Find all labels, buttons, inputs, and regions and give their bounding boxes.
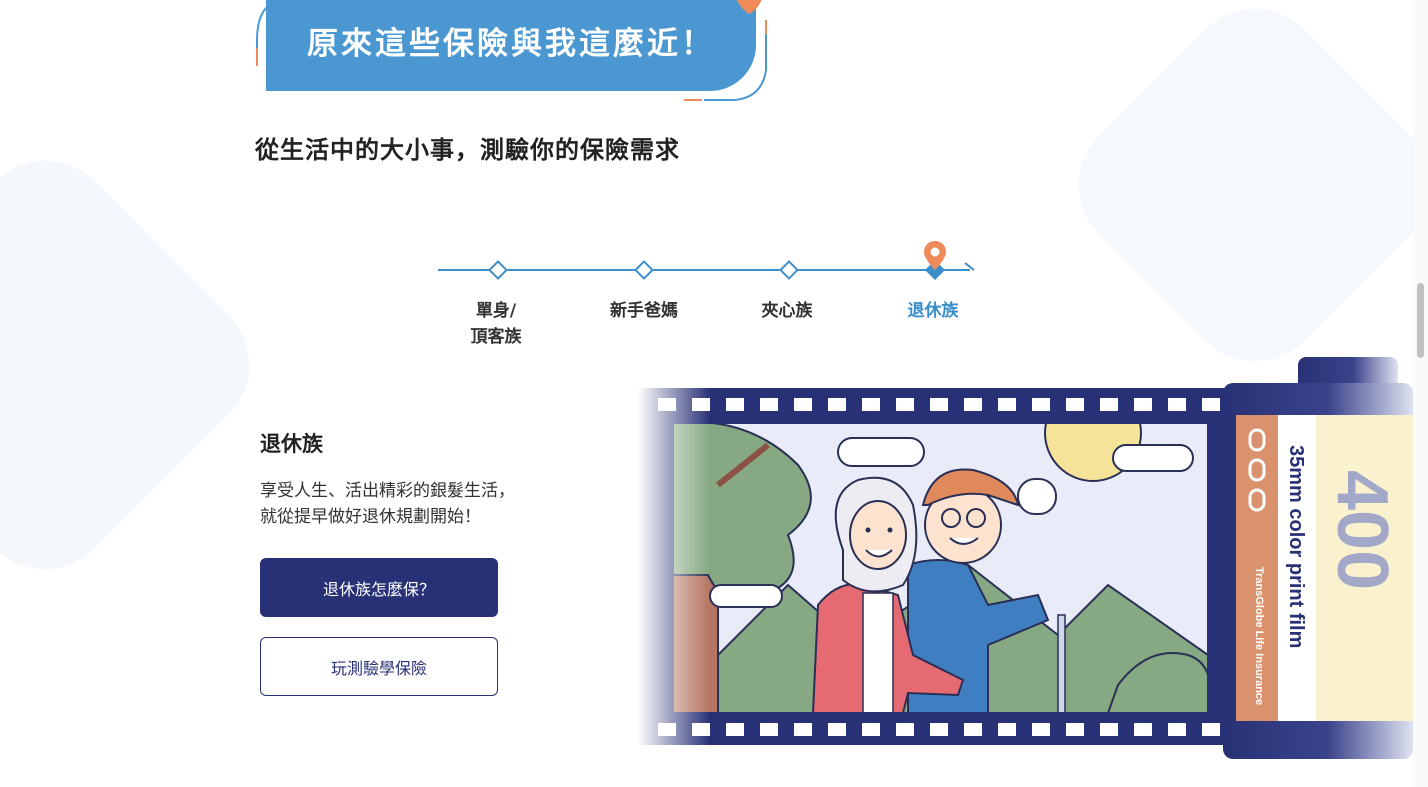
location-pin-icon (924, 241, 946, 270)
film-strip-illustration: TransGlobe Life Insurance 35mm color pri… (638, 357, 1413, 759)
tab-sandwich-generation[interactable]: 夾心族 (737, 298, 837, 324)
film-company-text: TransGlobe Life Insurance (1253, 567, 1265, 705)
film-speed-text: 400 (1322, 470, 1402, 590)
background-shape-left (0, 131, 279, 599)
timeline-node-single[interactable] (488, 260, 508, 280)
tab-retired[interactable]: 退休族 (883, 298, 983, 324)
title-banner: 原來這些保險與我這麼近！ (254, 0, 774, 110)
tab-new-parents[interactable]: 新手爸媽 (594, 298, 694, 324)
tab-single-dink-label: 單身/ 頂客族 (470, 301, 522, 347)
section-title: 退休族 (260, 432, 323, 456)
life-stage-timeline: 單身/ 頂客族 新手爸媽 夾心族 退休族 (438, 240, 978, 350)
page-subtitle: 從生活中的大小事，測驗你的保險需求 (255, 136, 680, 164)
section-description-line-1: 享受人生、活出精彩的銀髮生活， (260, 481, 515, 501)
page-scrollbar[interactable] (1413, 0, 1428, 787)
tab-single-dink[interactable]: 單身/ 頂客族 (446, 298, 546, 350)
film-brand-text: 35mm color print film (1285, 445, 1307, 648)
tab-sandwich-generation-label: 夾心族 (761, 301, 813, 321)
banner-title: 原來這些保險與我這麼近！ (307, 26, 715, 62)
timeline-node-new-parents[interactable] (634, 260, 654, 280)
tab-new-parents-label: 新手爸媽 (610, 301, 678, 321)
timeline-line (438, 269, 970, 271)
play-quiz-button[interactable]: 玩測驗學保險 (260, 637, 498, 696)
timeline-node-sandwich[interactable] (779, 260, 799, 280)
section-description-line-2: 就從提早做好退休規劃開始！ (260, 507, 481, 527)
background-shape-right (1049, 0, 1428, 391)
section-description: 享受人生、活出精彩的銀髮生活， 就從提早做好退休規劃開始！ (260, 478, 515, 530)
retirement-insurance-button[interactable]: 退休族怎麼保？ (260, 558, 498, 617)
tab-retired-label: 退休族 (907, 301, 959, 321)
scrollbar-thumb[interactable] (1417, 283, 1424, 358)
timeline-arrow-icon (964, 262, 975, 271)
